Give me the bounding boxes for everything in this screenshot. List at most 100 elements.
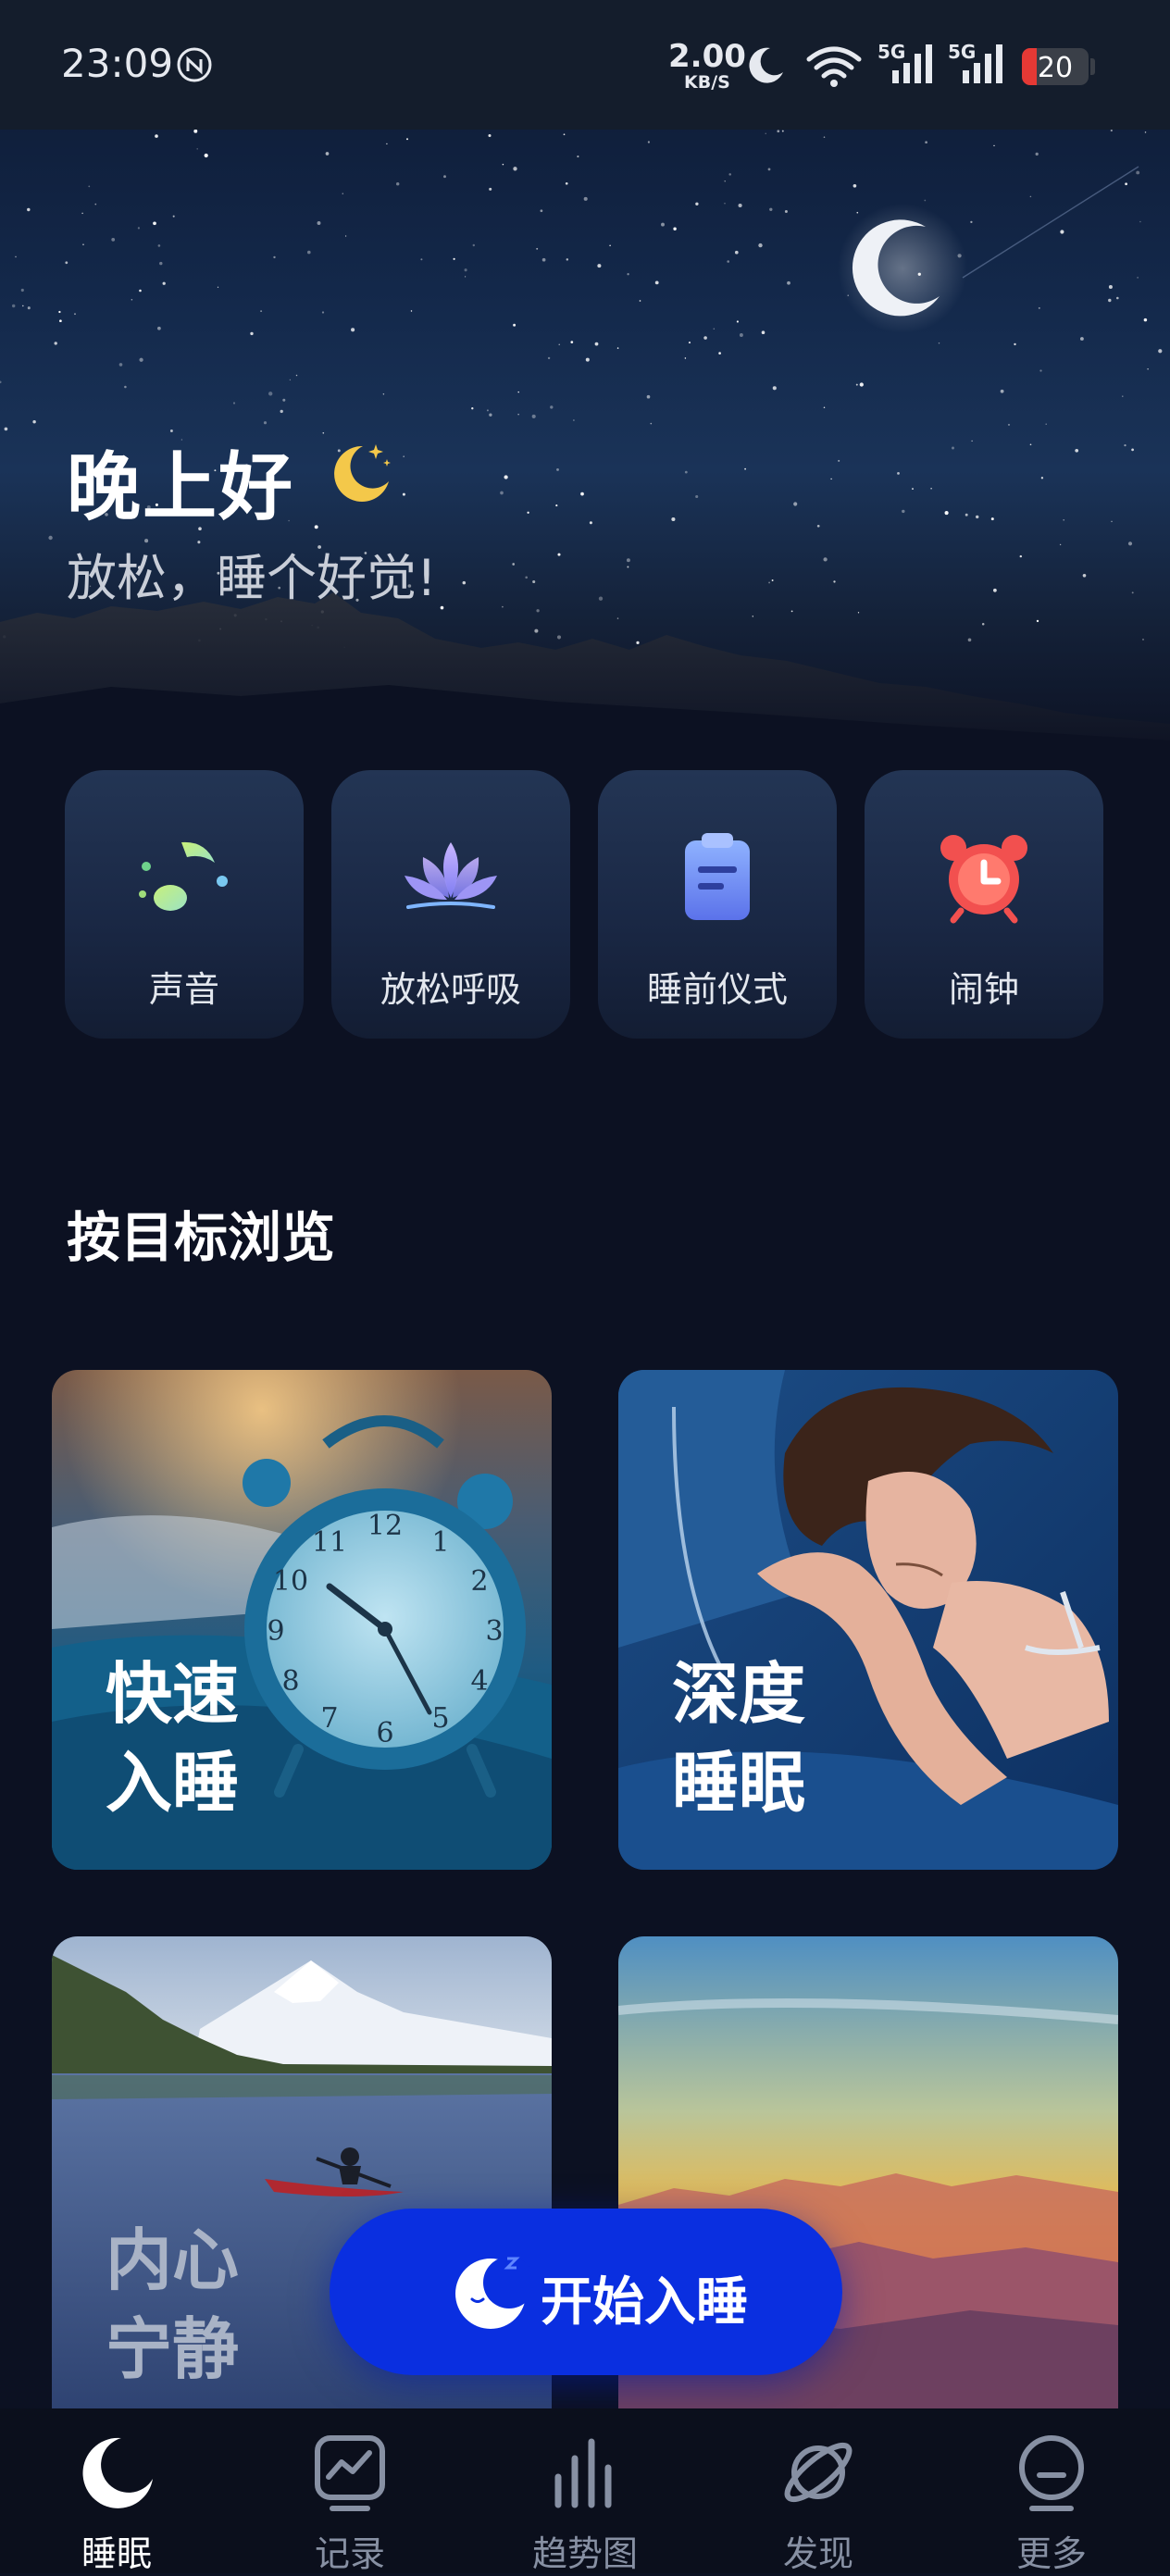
star xyxy=(703,336,707,340)
star xyxy=(769,207,773,211)
star xyxy=(489,187,492,191)
quick-action-breathing[interactable]: 放松呼吸 xyxy=(331,770,570,1039)
tab-trends[interactable]: 趋势图 xyxy=(502,2418,668,2574)
star xyxy=(500,491,504,495)
star xyxy=(204,153,208,158)
star xyxy=(307,250,311,255)
star xyxy=(570,341,574,343)
tab-more[interactable]: 更多 xyxy=(968,2418,1135,2574)
star xyxy=(94,203,97,205)
star xyxy=(65,261,68,265)
planet-icon xyxy=(784,2442,853,2503)
svg-text:3: 3 xyxy=(485,1615,503,1648)
star xyxy=(317,221,321,225)
goal-card-fast-sleep[interactable]: 12 1 2 3 45 6 78 9 10 11 快速 入睡 xyxy=(52,1370,552,1870)
star xyxy=(967,638,972,642)
quick-action-label: 放松呼吸 xyxy=(380,969,521,1010)
svg-text:10: 10 xyxy=(273,1565,308,1598)
star xyxy=(684,357,687,359)
star xyxy=(1136,170,1140,175)
star xyxy=(321,311,325,314)
star xyxy=(650,422,653,425)
star xyxy=(48,535,53,541)
star xyxy=(739,333,743,337)
chart-record-icon xyxy=(315,2435,385,2511)
star xyxy=(823,406,826,409)
star xyxy=(462,580,467,585)
star xyxy=(27,306,31,310)
star xyxy=(1131,591,1134,594)
star xyxy=(728,173,731,176)
goal-card-deep-sleep[interactable]: 深度 睡眠 xyxy=(618,1370,1118,1870)
start-sleep-button[interactable]: 开始入睡 xyxy=(330,2209,842,2375)
star xyxy=(534,628,539,633)
status-bar: 23:09 2.00 KB/S 5G 5G 20 xyxy=(0,0,1170,130)
quick-action-sound[interactable]: 声音 xyxy=(65,770,304,1039)
star xyxy=(912,488,914,491)
star xyxy=(58,310,61,314)
star xyxy=(420,258,423,261)
star xyxy=(724,203,726,205)
star xyxy=(1158,349,1163,354)
star xyxy=(453,257,455,260)
star xyxy=(897,472,900,475)
star xyxy=(1108,298,1112,303)
star xyxy=(1079,337,1084,341)
crescent-moon-icon xyxy=(334,444,391,502)
battery-level: 20 xyxy=(1037,52,1074,84)
star xyxy=(1000,389,1004,393)
star xyxy=(325,152,330,156)
star xyxy=(532,579,536,584)
star xyxy=(11,304,16,308)
star xyxy=(1060,230,1064,234)
star xyxy=(1075,448,1079,453)
star xyxy=(351,328,355,332)
quick-action-bedtime-ritual[interactable]: 睡前仪式 xyxy=(598,770,837,1039)
star xyxy=(1059,543,1062,546)
star xyxy=(585,357,590,362)
star xyxy=(1124,443,1126,447)
tab-sleep[interactable]: 睡眠 xyxy=(33,2418,200,2574)
star xyxy=(512,563,516,566)
status-time: 23:09 xyxy=(61,41,174,86)
star xyxy=(1110,129,1113,132)
tab-records[interactable]: 记录 xyxy=(267,2418,433,2574)
star xyxy=(502,605,504,608)
star xyxy=(1019,554,1023,558)
signal-icon-2: 5G xyxy=(946,41,1007,89)
star xyxy=(1147,368,1149,370)
star xyxy=(295,374,298,377)
star xyxy=(59,319,62,323)
star xyxy=(159,261,163,266)
star xyxy=(768,581,771,584)
bar-trend-icon xyxy=(554,2438,612,2508)
star xyxy=(695,494,699,499)
star xyxy=(155,134,158,138)
star xyxy=(0,380,2,384)
star xyxy=(758,243,763,248)
star xyxy=(547,356,551,360)
tab-discover[interactable]: 发现 xyxy=(735,2418,902,2574)
star xyxy=(531,414,536,418)
star xyxy=(471,407,474,410)
face-icon xyxy=(1019,2435,1084,2511)
star xyxy=(1007,423,1011,426)
star xyxy=(1029,195,1032,198)
star xyxy=(273,255,276,259)
star xyxy=(944,511,949,516)
star xyxy=(74,313,76,316)
star xyxy=(787,280,790,285)
star xyxy=(976,515,979,519)
star xyxy=(1040,477,1044,479)
star xyxy=(761,330,765,335)
star xyxy=(556,467,559,471)
star xyxy=(1035,152,1039,156)
star xyxy=(565,181,568,185)
quick-action-alarm[interactable]: 闹钟 xyxy=(865,770,1103,1039)
star xyxy=(1137,277,1139,279)
star xyxy=(137,227,140,230)
star xyxy=(344,235,347,237)
signal-icon: 5G xyxy=(876,41,937,89)
star xyxy=(594,342,599,346)
star xyxy=(724,180,726,182)
